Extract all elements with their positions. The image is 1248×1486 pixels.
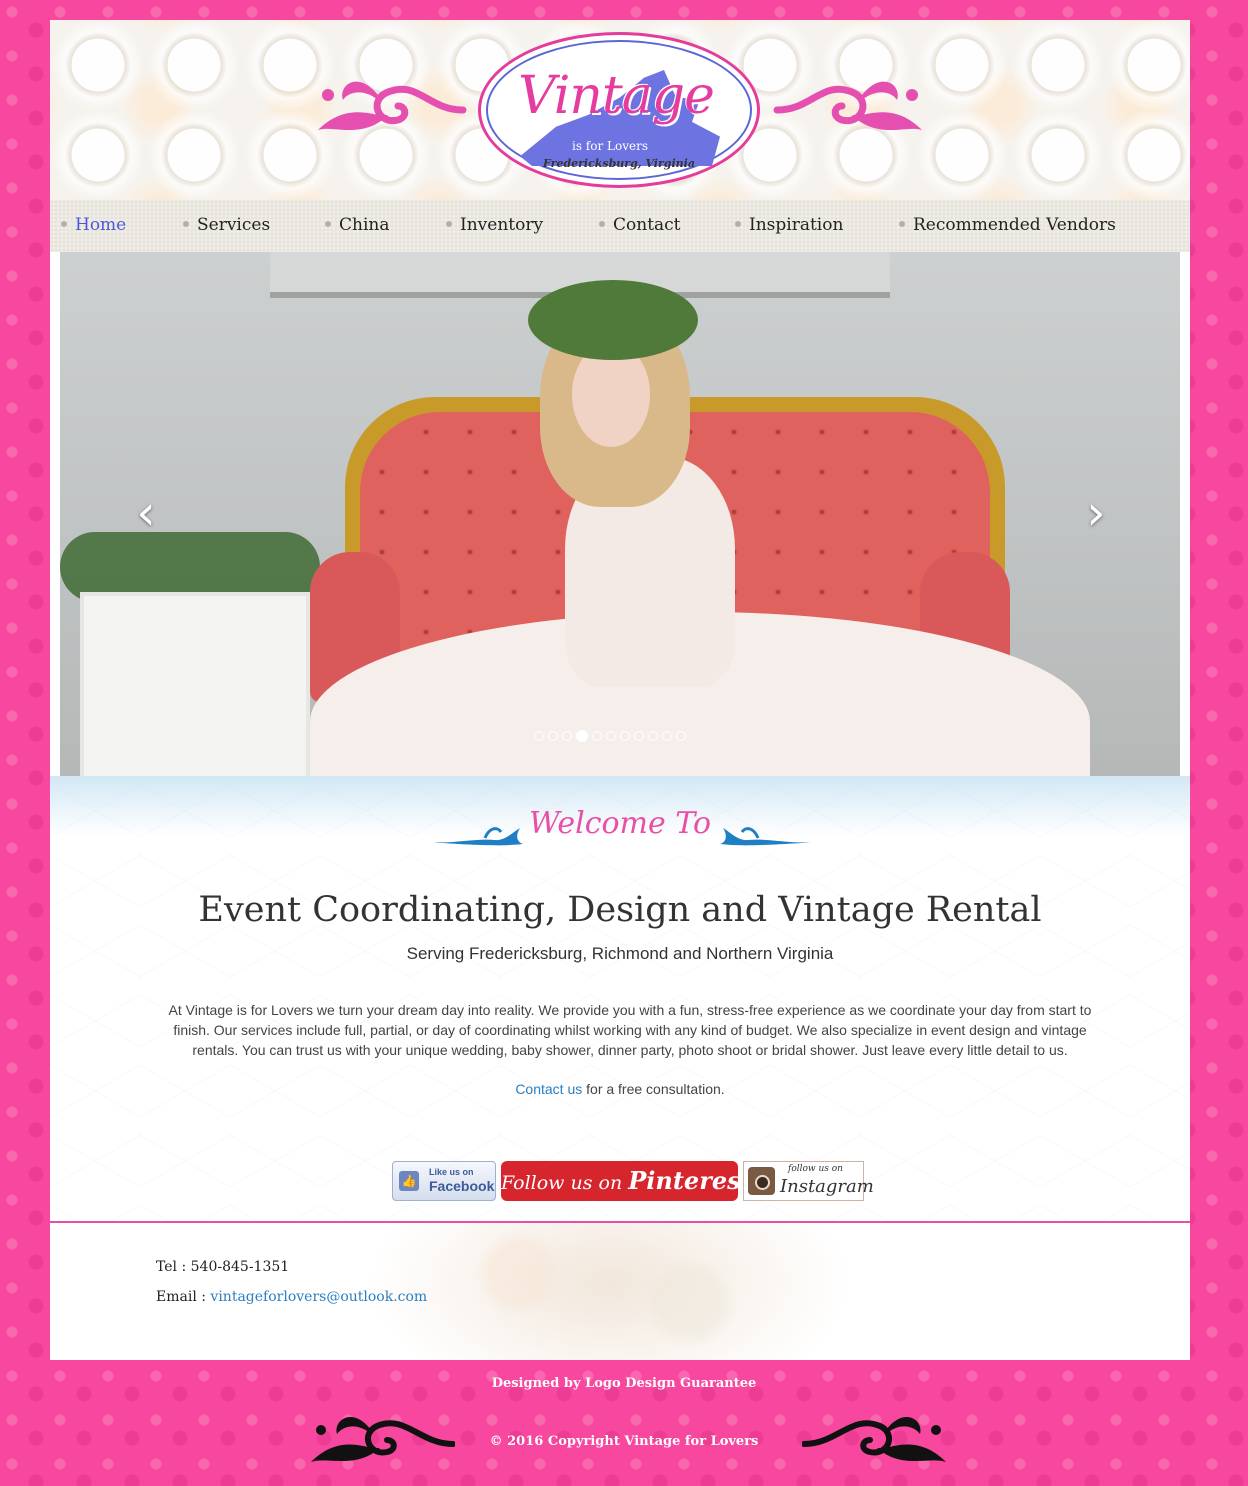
pinterest-label: Pinterest bbox=[628, 1166, 752, 1195]
slider-dot[interactable] bbox=[676, 730, 686, 741]
slider-dot[interactable] bbox=[548, 730, 558, 741]
copyright-notice: © 2016 Copyright Vintage for Lovers bbox=[489, 1434, 759, 1449]
facebook-button[interactable]: 👍 Like us on Facebook bbox=[392, 1161, 496, 1201]
pinterest-prefix-label: Follow us on bbox=[501, 1172, 629, 1194]
thumbs-up-icon: 👍 bbox=[399, 1171, 419, 1191]
footer-phone: Tel : 540-845-1351 bbox=[156, 1259, 289, 1275]
camera-icon bbox=[748, 1167, 775, 1195]
logo-location: Fredericksburg, Virginia bbox=[543, 157, 695, 170]
slider-dot[interactable] bbox=[606, 730, 616, 741]
nav-item-contact[interactable]: Contact bbox=[599, 200, 681, 252]
pink-flourish-right-icon bbox=[773, 81, 922, 130]
slider-dot[interactable] bbox=[534, 730, 544, 741]
chevron-right-icon[interactable]: › bbox=[1080, 489, 1112, 537]
contact-line: Contact us for a free consultation. bbox=[50, 1081, 1190, 1097]
welcome-section: Welcome To Event Coordinating, Design an… bbox=[50, 776, 1190, 1221]
slider-dot[interactable] bbox=[662, 730, 672, 741]
phone-number: 540-845-1351 bbox=[190, 1259, 290, 1275]
slide-flower-crown bbox=[528, 280, 698, 360]
slider-dot[interactable] bbox=[620, 730, 630, 741]
chevron-left-icon[interactable]: ‹ bbox=[130, 489, 162, 537]
intro-paragraph: At Vintage is for Lovers we turn your dr… bbox=[168, 1002, 1092, 1058]
footer-email: Email : vintageforlovers@outlook.com bbox=[156, 1289, 427, 1305]
nav-item-services[interactable]: Services bbox=[183, 200, 270, 252]
page-container: Vintage is for Lovers Fredericksburg, Vi… bbox=[50, 20, 1190, 1360]
facebook-label: Facebook bbox=[429, 1178, 495, 1194]
slider-pagination bbox=[534, 727, 690, 742]
contact-suffix-text: for a free consultation. bbox=[582, 1081, 725, 1097]
logo-title: Vintage bbox=[518, 66, 715, 126]
page-title: Event Coordinating, Design and Vintage R… bbox=[198, 890, 1042, 930]
contact-us-link[interactable]: Contact us bbox=[515, 1081, 582, 1097]
slider-dot[interactable] bbox=[562, 730, 572, 741]
email-link[interactable]: vintageforlovers@outlook.com bbox=[210, 1289, 427, 1305]
logo-tagline: is for Lovers bbox=[572, 139, 648, 153]
page-subtitle: Serving Fredericksburg, Richmond and Nor… bbox=[406, 944, 834, 963]
slider-dot[interactable] bbox=[648, 730, 658, 741]
phone-label: Tel : bbox=[156, 1259, 191, 1275]
site-footer: Tel : 540-845-1351 Email : vintageforlov… bbox=[50, 1223, 1190, 1360]
instagram-button[interactable]: follow us on Instagram bbox=[743, 1161, 874, 1201]
designer-credit[interactable]: Designed by Logo Design Guarantee bbox=[0, 1376, 1248, 1391]
slider-dot[interactable] bbox=[634, 730, 644, 741]
site-header: Vintage is for Lovers Fredericksburg, Vi… bbox=[50, 20, 1190, 200]
nav-item-home[interactable]: Home bbox=[61, 200, 126, 252]
nav-item-inspiration[interactable]: Inspiration bbox=[735, 200, 843, 252]
nav-item-china[interactable]: China bbox=[325, 200, 389, 252]
nav-item-inventory[interactable]: Inventory bbox=[446, 200, 543, 252]
pink-flourish-left-icon bbox=[318, 81, 467, 130]
pinterest-button[interactable]: Follow us on Pinterest bbox=[501, 1161, 752, 1201]
instagram-small-label: follow us on bbox=[788, 1164, 843, 1174]
hero-slider[interactable]: ‹ › bbox=[60, 252, 1180, 776]
facebook-small-label: Like us on bbox=[429, 1167, 474, 1177]
slide-white-table bbox=[80, 592, 310, 776]
nav-item-recommended-vendors[interactable]: Recommended Vendors bbox=[899, 200, 1116, 252]
instagram-label: Instagram bbox=[780, 1176, 874, 1197]
welcome-heading: Welcome To bbox=[528, 806, 712, 841]
slider-dot[interactable] bbox=[576, 729, 588, 742]
main-navigation: Home Services China Inventory Contact In… bbox=[50, 200, 1190, 252]
slider-dot[interactable] bbox=[592, 730, 602, 741]
email-label: Email : bbox=[156, 1289, 211, 1305]
